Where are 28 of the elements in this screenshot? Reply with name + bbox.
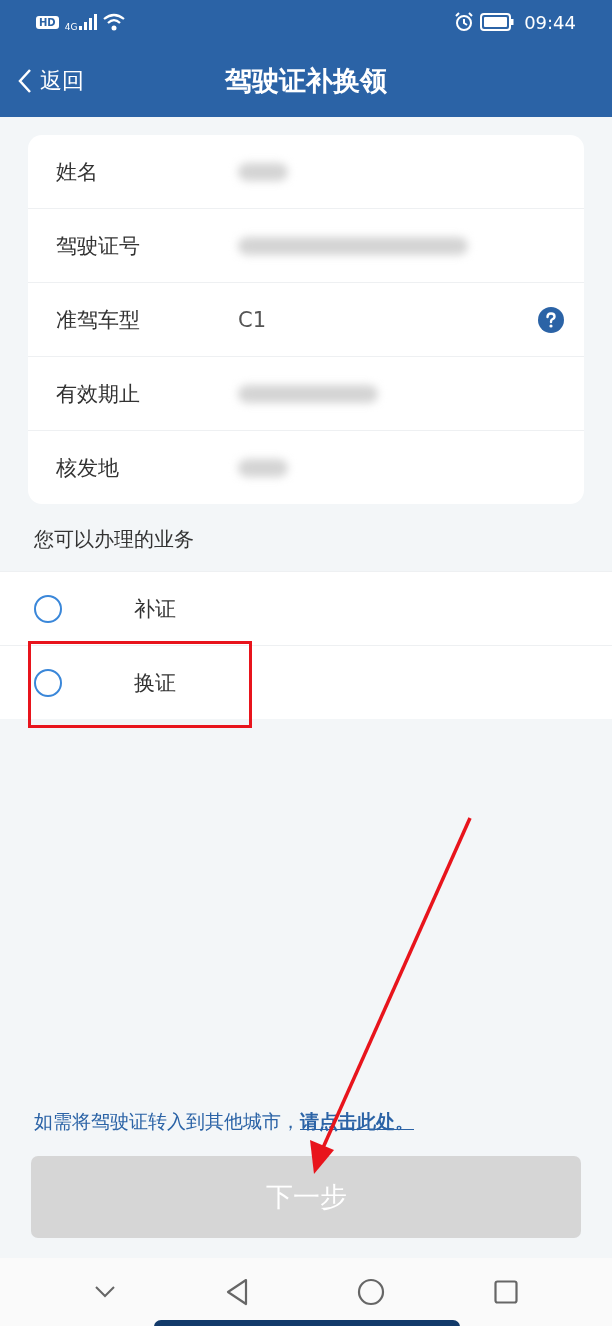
blurred-value <box>238 458 288 477</box>
field-value: C1 <box>238 307 268 332</box>
field-label: 姓名 <box>56 158 99 186</box>
field-label: 驾驶证号 <box>56 232 141 260</box>
battery-icon <box>480 13 515 31</box>
radio-button[interactable] <box>34 668 62 697</box>
service-option[interactable]: 补证 <box>0 571 612 645</box>
help-icon[interactable] <box>538 306 564 333</box>
service-option[interactable]: 换证 <box>0 645 612 719</box>
field-label: 核发地 <box>56 454 120 482</box>
hd-badge: HD <box>36 15 59 29</box>
recents-square-icon[interactable] <box>493 1280 518 1304</box>
home-circle-icon[interactable] <box>357 1278 386 1306</box>
chevron-left-icon <box>18 67 32 94</box>
field-label: 准驾车型 <box>56 306 141 334</box>
signal-icon <box>79 14 98 30</box>
blurred-value <box>238 162 288 181</box>
field-label: 有效期止 <box>56 380 141 408</box>
chevron-down-icon[interactable] <box>94 1285 117 1299</box>
back-button[interactable]: 返回 <box>18 65 84 96</box>
section-title: 您可以办理的业务 <box>33 526 195 553</box>
back-triangle-icon[interactable] <box>224 1278 249 1306</box>
alarm-icon <box>454 12 475 32</box>
page-title: 驾驶证补换领 <box>225 63 387 98</box>
network-label: 4G <box>64 22 78 32</box>
radio-button[interactable] <box>34 594 62 623</box>
clock-time: 09:44 <box>524 11 576 33</box>
wifi-icon <box>103 13 126 31</box>
